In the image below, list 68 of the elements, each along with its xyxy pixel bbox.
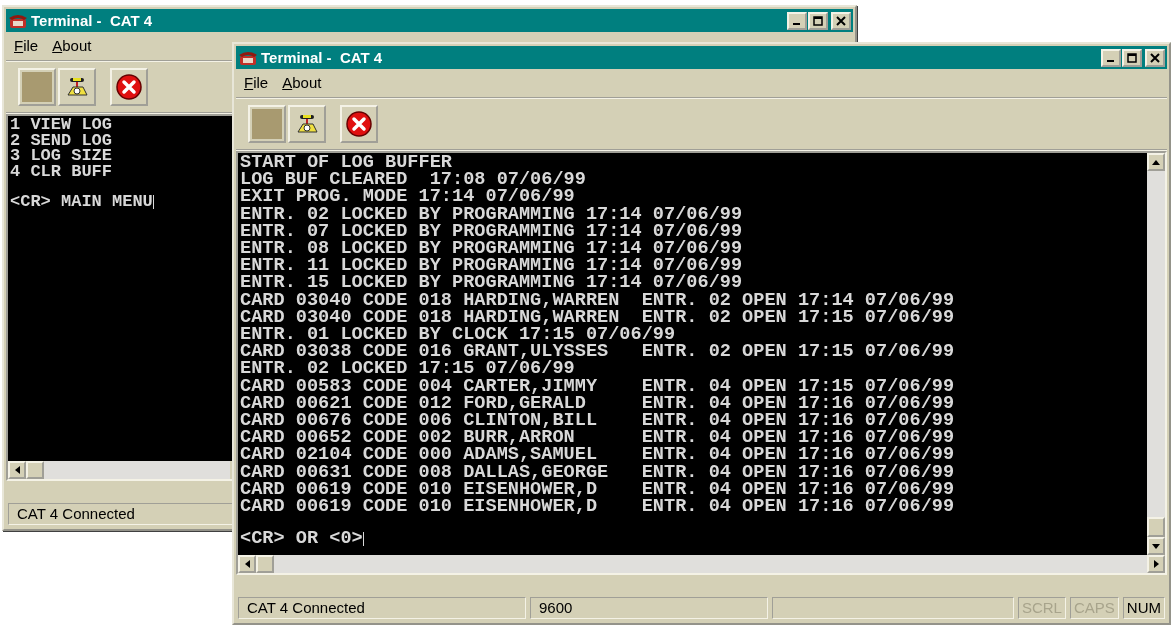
terminal-line: <CR> OR <0> — [240, 530, 363, 548]
maximize-button[interactable] — [1122, 48, 1142, 67]
terminal-line: START OF LOG BUFFER — [240, 154, 452, 172]
close-icon — [836, 15, 846, 26]
terminal-line: ENTR. 01 LOCKED BY CLOCK 17:15 07/06/99 — [240, 326, 676, 344]
terminal-line: CARD 03040 CODE 018 HARDING,WARREN ENTR. 02 OPEN 17:15 07/06/99 — [240, 308, 955, 327]
close-icon — [1150, 52, 1160, 63]
minimize-button[interactable] — [1101, 48, 1121, 67]
terminal-line: EXIT PROG. MODE 17:14 07/06/99 — [240, 188, 575, 206]
menu-item[interactable]: About — [282, 74, 322, 91]
terminal-line: ENTR. 02 LOCKED BY PROGRAMMING 17:14 07/06/99 — [240, 205, 743, 223]
minimize-icon — [1107, 59, 1114, 62]
scroll-left-button[interactable] — [238, 555, 256, 573]
terminal-line: CARD 03038 CODE 016 GRANT,ULYSSES ENTR. 02 OPEN 17:15 07/06/99 — [240, 343, 955, 361]
scroll-right-button[interactable] — [1147, 555, 1165, 573]
close-button[interactable] — [1145, 48, 1165, 67]
down-arrow-icon — [1152, 543, 1160, 549]
terminal-line: CARD 00676 CODE 006 CLINTON,BILL ENTR. 04 OPEN 17:16 07/06/99 — [240, 412, 955, 430]
scroll-left-button[interactable] — [8, 461, 26, 479]
terminal-line: ENTR. 02 LOCKED 17:15 07/06/99 — [240, 360, 575, 378]
terminal-line: CARD 00631 CODE 008 DALLAS,GEORGE ENTR. 04 OPEN 17:16 07/06/99 — [240, 463, 955, 481]
maximize-icon — [813, 15, 823, 26]
terminal-line: CARD 03040 CODE 018 HARDING,WARREN ENTR. 02 OPEN 17:14 07/06/99 — [240, 291, 955, 309]
left-arrow-icon — [244, 560, 250, 568]
menu-item[interactable]: File — [244, 74, 269, 91]
scroll-down-button[interactable] — [1147, 537, 1165, 555]
status-indicator: NUM — [1122, 597, 1165, 619]
menu-item[interactable]: File — [14, 37, 39, 54]
terminal-line: ENTR. 07 LOCKED BY PROGRAMMING 17:14 07/06/99 — [240, 222, 743, 240]
terminal-line: CARD 00619 CODE 010 EISENHOWER,D ENTR. 04 OPEN 17:16 07/06/99 — [240, 480, 955, 499]
terminal-line: CARD 00583 CODE 004 CARTER,JIMMY ENTR. 04 OPEN 17:15 07/06/99 — [240, 377, 955, 395]
window-title: Terminal - CAT 4 — [31, 12, 154, 29]
terminal-line: ENTR. 11 LOCKED BY PROGRAMMING 17:14 07/06/99 — [240, 257, 743, 275]
terminal-line: CARD 02104 CODE 000 ADAMS,SAMUEL ENTR. 04 OPEN 17:16 07/06/99 — [240, 446, 955, 464]
phone-button[interactable] — [288, 105, 326, 143]
left-arrow-icon — [14, 466, 20, 474]
cross-circle-icon — [115, 73, 143, 101]
scroll-thumb[interactable] — [1147, 517, 1165, 537]
maximize-icon — [1127, 52, 1137, 63]
terminal-line: CARD 00621 CODE 012 FORD,GERALD ENTR. 04 OPEN 17:16 07/06/99 — [240, 394, 955, 413]
terminal-line: 1 VIEW LOG — [10, 117, 113, 133]
stop-button[interactable] — [110, 68, 148, 106]
status-panel: CAT 4 Connected — [238, 597, 526, 619]
phone-button[interactable] — [58, 68, 96, 106]
right-arrow-icon — [1153, 560, 1159, 568]
close-button[interactable] — [831, 11, 851, 30]
maximize-button[interactable] — [808, 11, 828, 30]
scroll-up-button[interactable] — [1147, 153, 1165, 171]
terminal-line: ENTR. 15 LOCKED BY PROGRAMMING 17:14 07/06/99 — [240, 274, 743, 292]
window-title: Terminal - CAT 4 — [261, 49, 384, 66]
minimize-button[interactable] — [787, 11, 807, 30]
scroll-thumb[interactable] — [26, 461, 44, 479]
menu-item[interactable]: About — [52, 37, 92, 54]
terminal-line: ENTR. 08 LOCKED BY PROGRAMMING 17:14 07/06/99 — [240, 240, 743, 258]
scroll-thumb[interactable] — [256, 555, 274, 573]
up-arrow-icon — [1152, 159, 1160, 165]
status-panel: 9600 — [530, 597, 768, 619]
terminal-line: 2 SEND LOG — [10, 132, 113, 149]
text-cursor — [152, 195, 154, 210]
minimize-icon — [793, 22, 800, 25]
terminal-line: CARD 00652 CODE 002 BURR,ARRON ENTR. 04 OPEN 17:16 07/06/99 — [240, 429, 955, 447]
terminal-line: 3 LOG SIZE — [10, 148, 113, 164]
terminal-line: LOG BUF CLEARED 17:08 07/06/99 — [240, 171, 586, 189]
stop-button[interactable] — [340, 105, 378, 143]
text-cursor — [362, 531, 364, 546]
terminal-line: <CR> MAIN MENU — [10, 194, 153, 210]
cross-circle-icon — [345, 110, 373, 138]
terminal-line: 4 CLR BUFF — [10, 163, 113, 180]
